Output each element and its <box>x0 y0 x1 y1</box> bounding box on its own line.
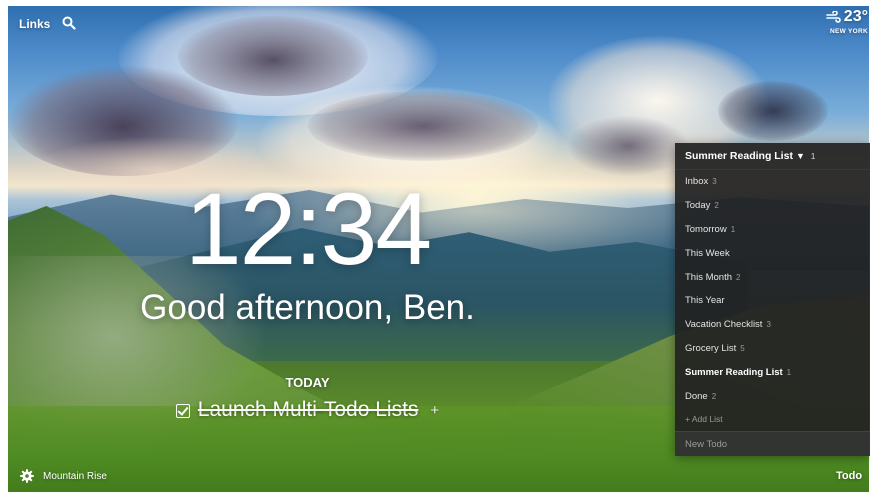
greeting: Good afternoon, Ben. <box>140 288 475 327</box>
list-item-label: Done <box>685 390 708 402</box>
list-item-label: Tomorrow <box>685 223 727 235</box>
list-item-label: Inbox <box>685 176 709 188</box>
photo-credit[interactable]: Mountain Rise <box>43 471 107 482</box>
wind-icon <box>825 11 841 23</box>
add-list-button[interactable]: + Add List <box>675 408 870 430</box>
list-item-count: 1 <box>730 224 736 234</box>
list-item-tomorrow[interactable]: Tomorrow 1 <box>675 218 870 242</box>
list-item-count: 2 <box>711 391 717 401</box>
list-item-count: 3 <box>712 177 717 187</box>
list-item-label: This Year <box>685 295 725 307</box>
focus-task-row: Launch Multi-Todo Lists + <box>0 398 615 422</box>
list-item-this-week[interactable]: This Week <box>675 241 870 265</box>
cloud <box>308 91 538 161</box>
list-selector[interactable]: Summer Reading List ▼ 1 <box>675 143 870 170</box>
temperature: 23° <box>843 8 868 25</box>
list-item-label: Summer Reading List <box>685 366 783 378</box>
focus-add-button[interactable]: + <box>430 402 439 419</box>
list-item-count: 2 <box>736 272 741 282</box>
list-item-vacation-checklist[interactable]: Vacation Checklist 3 <box>675 313 870 337</box>
selected-list-title: Summer Reading List <box>685 150 793 162</box>
list-item-count: 5 <box>740 343 745 353</box>
clock: 12:34 <box>184 172 432 286</box>
focus-label: TODAY <box>285 375 330 390</box>
new-todo-input[interactable]: New Todo <box>675 431 870 456</box>
todo-button[interactable]: Todo <box>836 470 862 482</box>
todo-panel: Summer Reading List ▼ 1 Inbox 3 Today 2 … <box>675 143 870 456</box>
focus-checkbox[interactable] <box>175 404 190 418</box>
list-item-count: 3 <box>766 320 771 330</box>
list-item-grocery-list[interactable]: Grocery List 5 <box>675 337 870 361</box>
list-item-label: This Month <box>685 271 732 283</box>
list-item-label: Grocery List <box>685 342 737 354</box>
focus-task-text[interactable]: Launch Multi-Todo Lists <box>198 398 419 422</box>
list-item-label: This Week <box>685 247 730 259</box>
list-item-label: Today <box>685 200 711 212</box>
cloud <box>568 116 688 176</box>
weather-location: NEW YORK <box>829 28 868 35</box>
list-item-inbox[interactable]: Inbox 3 <box>675 170 870 194</box>
weather-row: 23° <box>808 8 868 26</box>
list-item-count: 2 <box>714 201 719 211</box>
list-item-count: 1 <box>786 367 792 377</box>
gear-icon[interactable] <box>20 469 34 483</box>
list-item-today[interactable]: Today 2 <box>675 194 870 218</box>
list-item-this-year[interactable]: This Year <box>675 289 870 313</box>
list-item-label: Vacation Checklist <box>685 319 763 331</box>
list-item-this-month[interactable]: This Month 2 <box>675 265 870 289</box>
weather-widget[interactable]: 23° NEW YORK <box>808 8 868 35</box>
cloud <box>718 81 828 141</box>
chevron-down-icon: ▼ <box>795 151 805 161</box>
links-button[interactable]: Links <box>19 17 50 31</box>
list-item-done[interactable]: Done 2 <box>675 384 870 408</box>
search-icon[interactable] <box>62 16 76 30</box>
list-item-summer-reading-list[interactable]: Summer Reading List 1 <box>675 360 870 384</box>
selected-list-count: 1 <box>810 151 816 161</box>
